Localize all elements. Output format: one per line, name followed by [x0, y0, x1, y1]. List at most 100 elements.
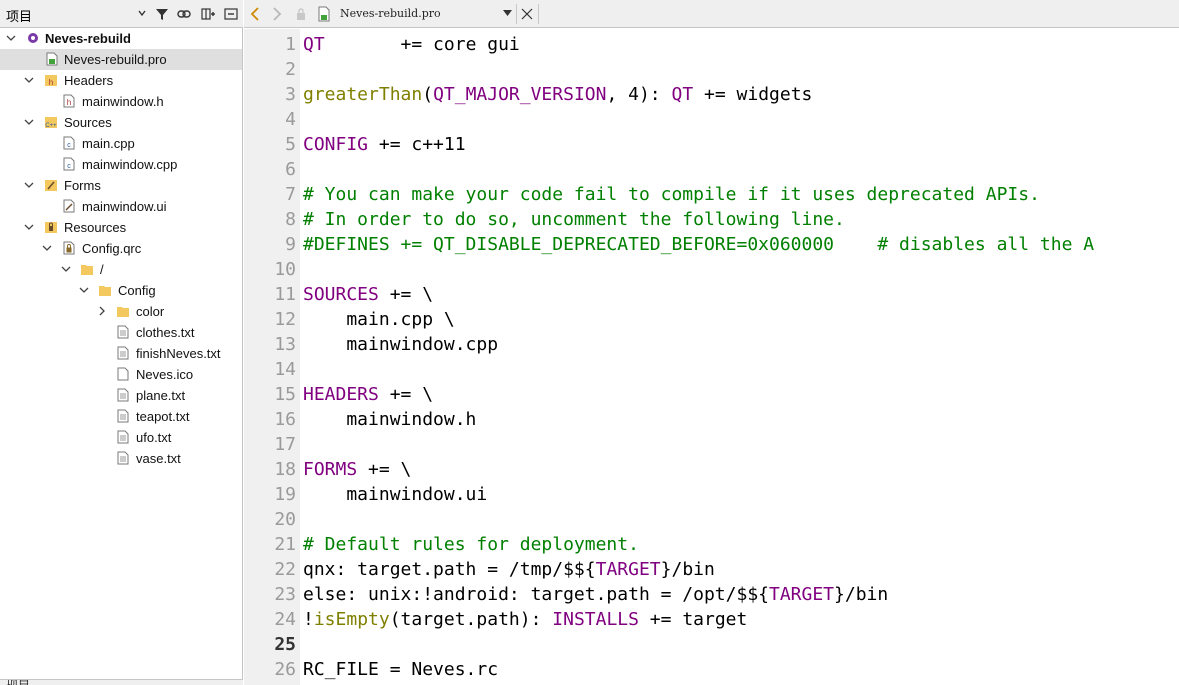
file-icon: [117, 367, 129, 381]
filter-icon[interactable]: [155, 7, 169, 21]
code-line[interactable]: QT += core gui: [303, 32, 520, 57]
tree-item-pro-file[interactable]: Neves-rebuild.pro: [0, 49, 242, 70]
line-number: 2: [285, 59, 296, 80]
code-keyword: FORMS: [303, 459, 358, 480]
code-line[interactable]: CONFIG += c++11: [303, 132, 466, 157]
close-panel-icon[interactable]: [224, 7, 238, 21]
line-number: 15: [274, 384, 296, 405]
forms-folder-icon: [45, 180, 57, 191]
line-number: 4: [285, 109, 296, 130]
tree-item-vase-txt[interactable]: vase.txt: [0, 448, 242, 469]
code-line[interactable]: # You can make your code fail to compile…: [303, 182, 1040, 207]
text-file-icon: [117, 346, 129, 360]
back-arrow-icon[interactable]: [249, 7, 261, 21]
code-line[interactable]: SOURCES += \: [303, 282, 433, 307]
tree-item-label: mainwindow.h: [82, 94, 164, 109]
code-text: else: unix:!android: target.path = /opt/…: [303, 584, 769, 605]
cpp-file-icon: c: [63, 157, 75, 171]
code-text: += \: [378, 384, 434, 405]
cpp-file-icon: c: [63, 136, 75, 150]
close-document-icon[interactable]: [521, 8, 533, 20]
editor-toolbar: Neves-rebuild.pro: [244, 0, 1179, 28]
code-line[interactable]: #DEFINES += QT_DISABLE_DEPRECATED_BEFORE…: [303, 232, 1094, 257]
code-keyword: QT: [303, 34, 325, 55]
project-panel-title: 项目: [6, 9, 33, 24]
tree-item-mainwindow-cpp[interactable]: c mainwindow.cpp: [0, 154, 242, 175]
code-text: }/bin: [660, 559, 715, 580]
tree-item-main-cpp[interactable]: c main.cpp: [0, 133, 242, 154]
line-number: 20: [274, 509, 296, 530]
code-line[interactable]: # In order to do so, uncomment the follo…: [303, 207, 845, 232]
line-number: 6: [285, 159, 296, 180]
code-keyword: TARGET: [769, 584, 835, 605]
tree-item-resources[interactable]: Resources: [0, 217, 242, 238]
view-selector-arrow-icon[interactable]: [137, 8, 147, 18]
tree-item-teapot-txt[interactable]: teapot.txt: [0, 406, 242, 427]
line-number: 8: [285, 209, 296, 230]
tree-item-finishneves-txt[interactable]: finishNeves.txt: [0, 343, 242, 364]
code-text: mainwindow.h: [303, 409, 477, 430]
line-number: 22: [274, 559, 296, 580]
tree-item-label: color: [136, 304, 165, 319]
tree-item-label: Neves-rebuild.pro: [64, 52, 167, 67]
tree-item-clothes-txt[interactable]: clothes.txt: [0, 322, 242, 343]
code-comment: # Default rules for deployment.: [303, 534, 639, 555]
code-text: !: [303, 609, 314, 630]
tree-item-root-prefix[interactable]: /: [0, 259, 242, 280]
chevron-down-icon[interactable]: [24, 180, 34, 190]
tree-item-label: clothes.txt: [136, 325, 195, 340]
code-text: += core gui: [324, 34, 520, 55]
code-keyword: TARGET: [595, 559, 661, 580]
chevron-down-icon[interactable]: [42, 243, 52, 253]
tree-item-label: Config: [118, 283, 156, 298]
tree-item-label: plane.txt: [136, 388, 186, 403]
code-line[interactable]: FORMS += \: [303, 457, 411, 482]
line-number: 19: [274, 484, 296, 505]
tree-item-mainwindow-ui[interactable]: mainwindow.ui: [0, 196, 242, 217]
code-editor[interactable]: QT += core gui greaterThan(QT_MAJOR_VERSI…: [300, 29, 1179, 685]
chevron-down-icon[interactable]: [24, 117, 34, 127]
open-document-name[interactable]: Neves-rebuild.pro: [340, 7, 441, 20]
toolbar-separator: [538, 4, 539, 24]
tree-item-config-qrc[interactable]: Config.qrc: [0, 238, 242, 259]
document-dropdown-icon[interactable]: [503, 10, 512, 16]
code-line[interactable]: main.cpp \: [303, 307, 454, 332]
line-number: 7: [285, 184, 296, 205]
code-line[interactable]: else: unix:!android: target.path = /opt/…: [303, 582, 888, 607]
code-line[interactable]: HEADERS += \: [303, 382, 433, 407]
code-comment: # You can make your code fail to compile…: [303, 184, 1040, 205]
tree-item-forms[interactable]: Forms: [0, 175, 242, 196]
tree-item-headers[interactable]: h Headers: [0, 70, 242, 91]
code-line[interactable]: mainwindow.cpp: [303, 332, 498, 357]
tree-item-project[interactable]: Neves-rebuild: [0, 28, 242, 49]
link-icon[interactable]: [177, 7, 191, 21]
tree-item-mainwindow-h[interactable]: h mainwindow.h: [0, 91, 242, 112]
tree-item-sources[interactable]: C++ Sources: [0, 112, 242, 133]
tree-item-plane-txt[interactable]: plane.txt: [0, 385, 242, 406]
code-line[interactable]: qnx: target.path = /tmp/$${TARGET}/bin: [303, 557, 715, 582]
chevron-down-icon[interactable]: [79, 285, 89, 295]
resources-folder-icon: [45, 222, 57, 233]
code-line[interactable]: RC_FILE = Neves.rc: [303, 657, 498, 682]
secondary-panel-title: 项目: [6, 680, 30, 685]
code-line[interactable]: greaterThan(QT_MAJOR_VERSION, 4): QT += …: [303, 82, 812, 107]
chevron-right-icon[interactable]: [97, 306, 107, 316]
tree-item-config-folder[interactable]: Config: [0, 280, 242, 301]
code-text: (: [422, 84, 434, 105]
code-line[interactable]: mainwindow.h: [303, 407, 476, 432]
code-line[interactable]: mainwindow.ui: [303, 482, 487, 507]
tree-item-label: mainwindow.cpp: [82, 157, 178, 172]
chevron-down-icon[interactable]: [6, 33, 16, 43]
tree-item-color-folder[interactable]: color: [0, 301, 242, 322]
forward-arrow-icon[interactable]: [271, 7, 283, 21]
chevron-down-icon[interactable]: [61, 264, 71, 274]
code-line[interactable]: # Default rules for deployment.: [303, 532, 639, 557]
tree-item-label: Headers: [64, 73, 114, 88]
tree-item-ufo-txt[interactable]: ufo.txt: [0, 427, 242, 448]
code-line[interactable]: !isEmpty(target.path): INSTALLS += targe…: [303, 607, 747, 632]
chevron-down-icon[interactable]: [24, 75, 34, 85]
tree-item-label: Resources: [64, 220, 127, 235]
chevron-down-icon[interactable]: [24, 222, 34, 232]
split-icon[interactable]: [201, 7, 215, 21]
tree-item-neves-ico[interactable]: Neves.ico: [0, 364, 242, 385]
